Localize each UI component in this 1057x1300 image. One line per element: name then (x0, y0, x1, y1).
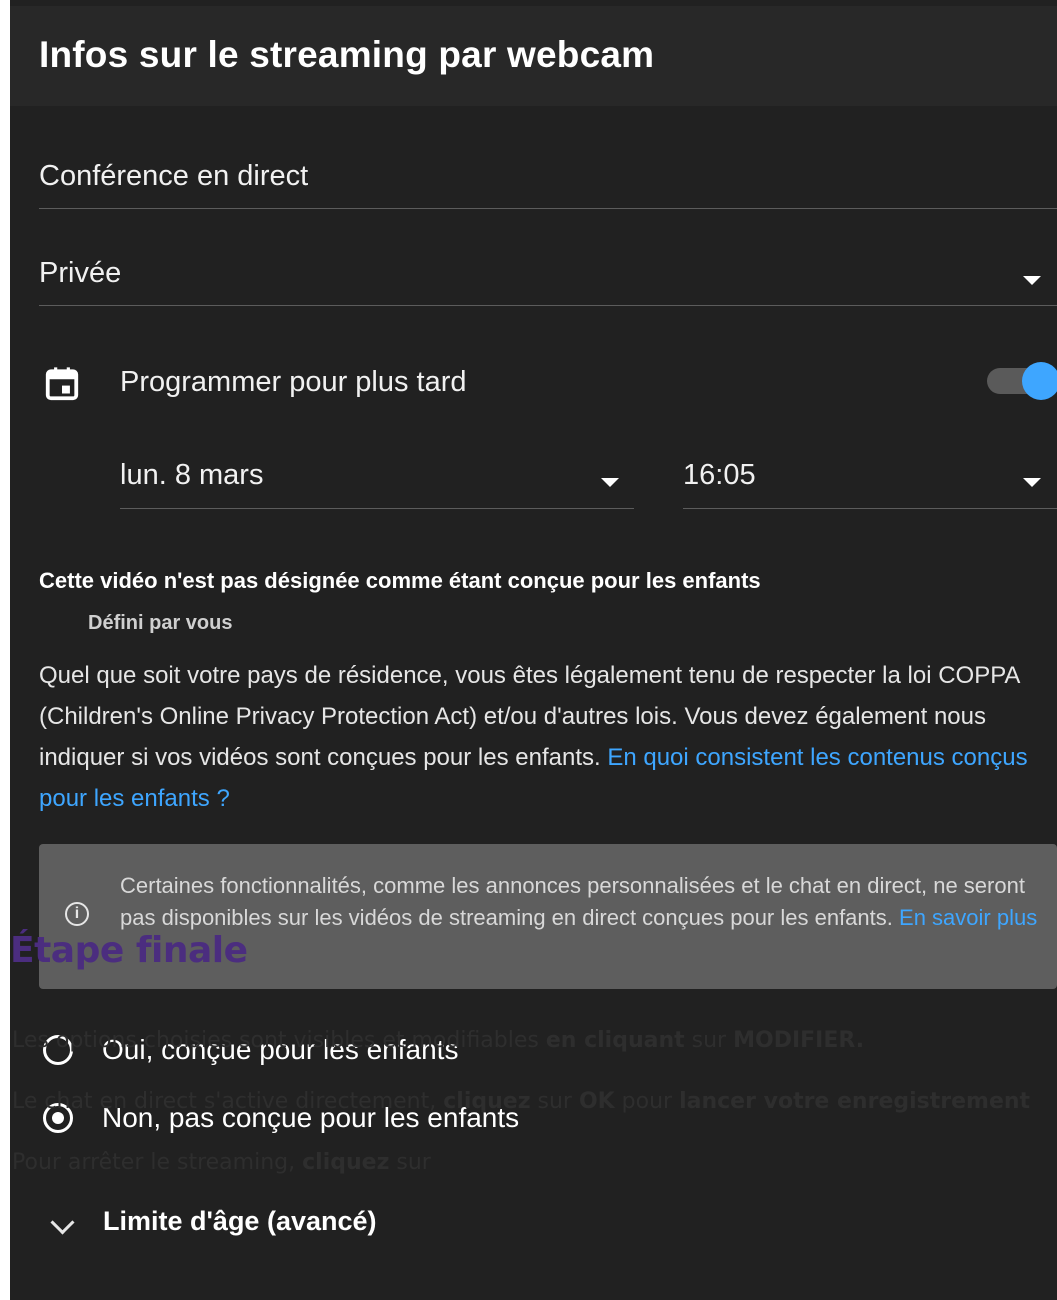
chevron-down-icon[interactable] (50, 1210, 75, 1235)
overlay-line-2-a: Le chat en direct s'active directement, (12, 1089, 444, 1114)
overlay-line-3-a: Pour arrêter le streaming, (12, 1150, 303, 1175)
info-text-body: Certaines fonctionnalités, comme les ann… (120, 873, 1025, 930)
calendar-icon (45, 367, 79, 401)
stream-title-input[interactable]: Conférence en direct (39, 160, 308, 193)
overlay-line-1-a: Les options choisies sont visibles et mo… (12, 1028, 546, 1053)
stream-title-underline (39, 208, 1057, 209)
age-limit-toggle[interactable]: Limite d'âge (avancé) (103, 1206, 377, 1237)
overlay-line-2: Le chat en direct s'active directement, … (12, 1089, 1030, 1114)
visibility-select[interactable]: Privée (39, 257, 121, 290)
date-dropdown-icon[interactable] (601, 478, 619, 487)
overlay-line-3-b: cliquez (302, 1150, 390, 1175)
overlay-line-3-c: sur (389, 1150, 431, 1175)
overlay-line-2-c: sur (530, 1089, 579, 1114)
date-underline (120, 508, 634, 509)
overlay-line-1: Les options choisies sont visibles et mo… (12, 1028, 864, 1053)
date-select[interactable]: lun. 8 mars (120, 459, 263, 492)
overlay-line-1-d: MODIFIER. (733, 1028, 865, 1053)
overlay-line-1-c: sur (684, 1028, 734, 1053)
dialog-header: Infos sur le streaming par webcam (10, 6, 1057, 106)
overlay-line-2-e: pour (614, 1089, 680, 1114)
schedule-label: Programmer pour plus tard (120, 366, 467, 398)
time-dropdown-icon[interactable] (1023, 478, 1041, 487)
overlay-line-2-b: cliquez (443, 1089, 531, 1114)
audience-description: Quel que soit votre pays de résidence, v… (39, 655, 1029, 819)
dialog-title: Infos sur le streaming par webcam (39, 34, 655, 75)
time-underline (683, 508, 1057, 509)
visibility-underline (39, 305, 1057, 306)
overlay-line-1-b: en cliquant (545, 1028, 685, 1053)
overlay-line-2-d: OK (578, 1089, 615, 1114)
audience-title: Cette vidéo n'est pas désignée comme éta… (39, 568, 761, 593)
schedule-toggle-knob[interactable] (1022, 362, 1057, 400)
visibility-dropdown-icon[interactable] (1023, 276, 1041, 285)
info-text: Certaines fonctionnalités, comme les ann… (120, 870, 1040, 934)
audience-subtitle: Défini par vous (88, 612, 233, 634)
time-select[interactable]: 16:05 (683, 459, 756, 492)
overlay-title: Étape finale (10, 930, 248, 971)
overlay-line-2-f: lancer votre enregistrement (679, 1089, 1031, 1114)
info-icon: i (65, 902, 89, 926)
learn-more-link[interactable]: En savoir plus (899, 905, 1037, 930)
overlay-line-3: Pour arrêter le streaming, cliquez sur (12, 1150, 431, 1175)
